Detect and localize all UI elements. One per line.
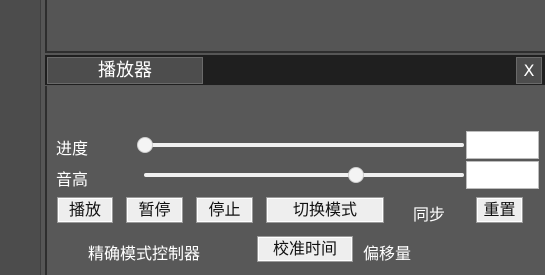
play-button[interactable]: 播放 [57, 197, 113, 223]
progress-label: 进度 [56, 139, 89, 158]
left-side-strip [0, 0, 41, 275]
close-button[interactable]: X [516, 57, 542, 84]
stop-button[interactable]: 停止 [196, 197, 253, 223]
progress-slider-track[interactable] [144, 143, 464, 147]
top-panel [45, 0, 545, 53]
window-title: 播放器 [47, 57, 203, 84]
sync-label: 同步 [413, 205, 446, 224]
switch-mode-button[interactable]: 切换模式 [266, 197, 384, 223]
offset-label: 偏移量 [363, 244, 412, 263]
pitch-label: 音高 [56, 170, 89, 189]
pitch-value-box[interactable] [466, 161, 539, 189]
pause-button[interactable]: 暂停 [126, 197, 183, 223]
calibrate-time-button[interactable]: 校准时间 [257, 236, 353, 262]
reset-button[interactable]: 重置 [476, 197, 523, 223]
pitch-slider-track[interactable] [144, 173, 464, 177]
progress-value-box[interactable] [466, 131, 539, 159]
precise-mode-label: 精确模式控制器 [88, 244, 201, 263]
progress-slider-thumb[interactable] [137, 137, 153, 153]
